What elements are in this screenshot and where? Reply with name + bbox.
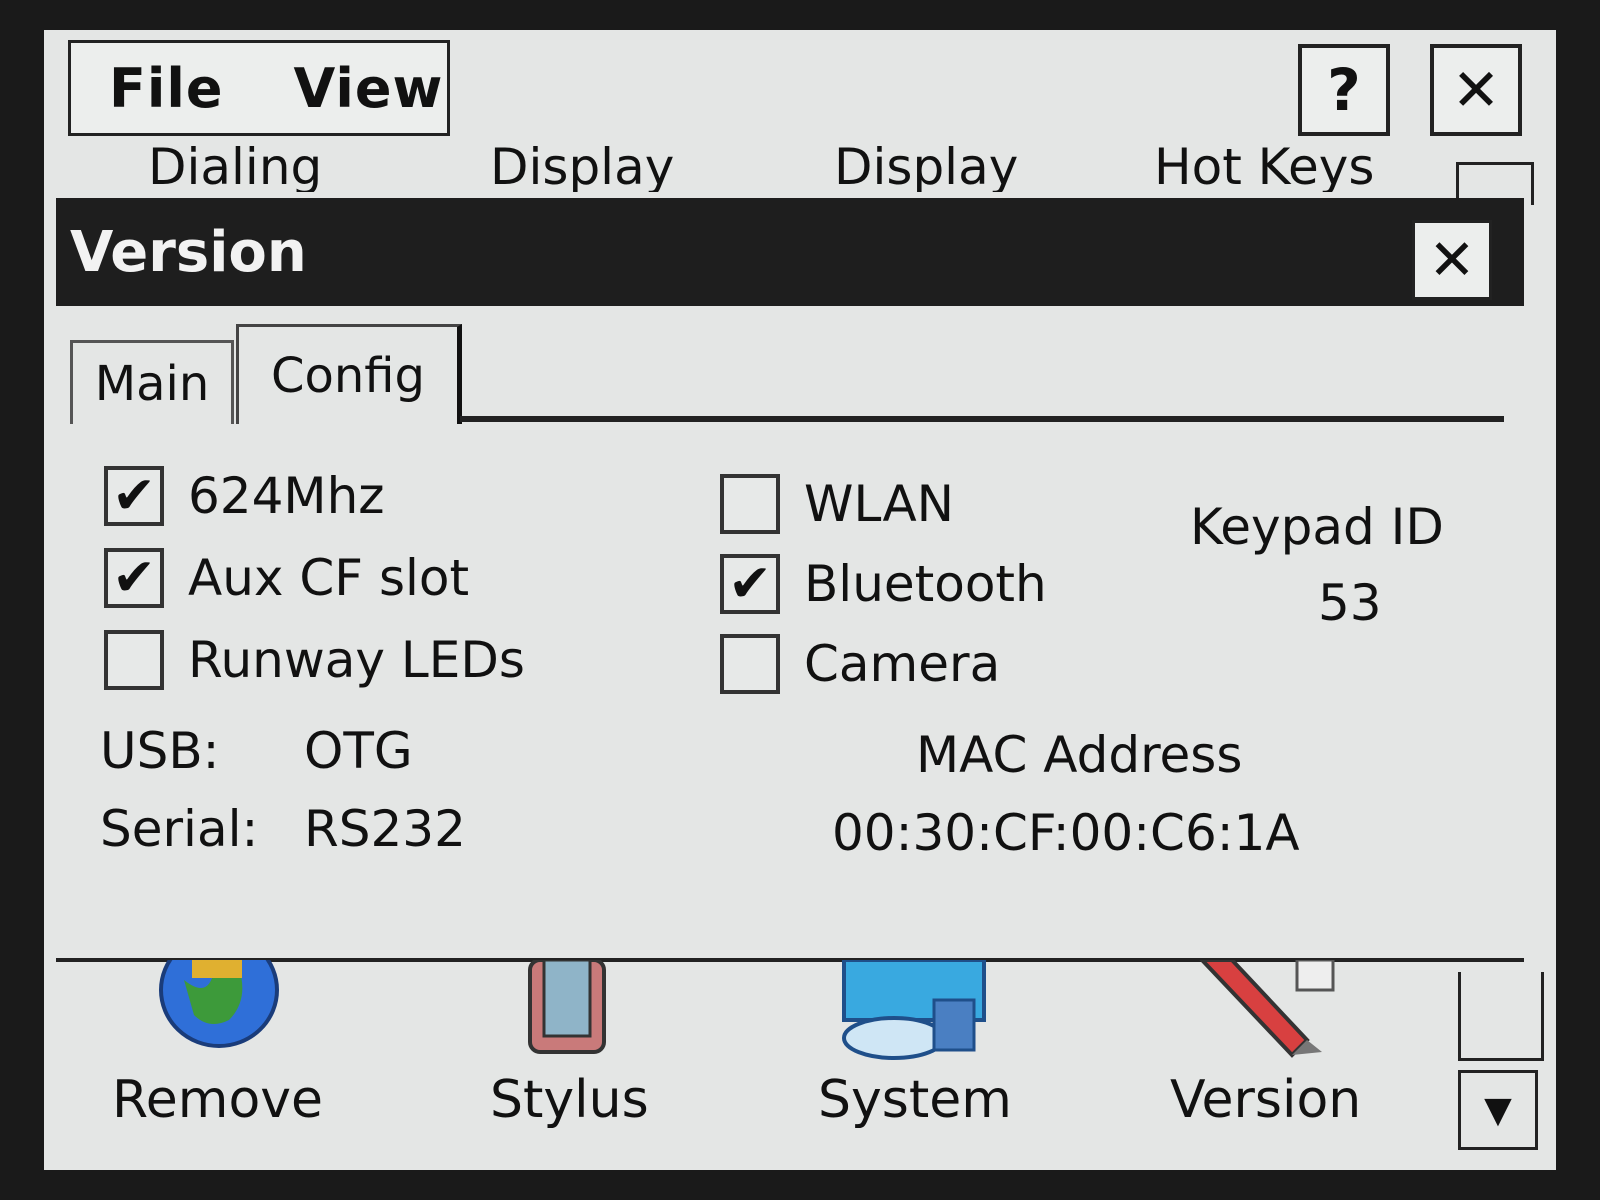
mac-address-label: MAC Address bbox=[916, 726, 1243, 784]
scrollbar-thumb[interactable] bbox=[1458, 972, 1544, 1061]
checkbox-624mhz[interactable]: ✔ bbox=[104, 466, 164, 526]
menu-bar: File View bbox=[68, 40, 450, 136]
control-panel-item-display-2[interactable]: Display bbox=[834, 136, 1018, 192]
control-panel-item-remove[interactable]: Remove bbox=[112, 1070, 323, 1130]
keypad-id-value: 53 bbox=[1318, 574, 1382, 632]
control-panel-top-row: Dialing Display Display Hot Keys bbox=[44, 130, 1474, 192]
checkbox-wlan[interactable] bbox=[720, 474, 780, 534]
stylus-icon[interactable] bbox=[522, 958, 612, 1060]
usb-label: USB: bbox=[100, 722, 220, 780]
checkbox-label: Runway LEDs bbox=[188, 631, 525, 689]
serial-value: RS232 bbox=[304, 800, 466, 858]
control-panel-item-display[interactable]: Display bbox=[490, 136, 674, 192]
menu-view[interactable]: View bbox=[294, 57, 444, 120]
control-panel-item-stylus[interactable]: Stylus bbox=[490, 1070, 649, 1130]
tab-config[interactable]: Config bbox=[236, 324, 462, 424]
control-panel-item-dialing[interactable]: Dialing bbox=[148, 136, 322, 192]
keypad-id-label: Keypad ID bbox=[1190, 498, 1444, 556]
checkbox-bluetooth[interactable]: ✔ bbox=[720, 554, 780, 614]
dialog-title: Version bbox=[70, 219, 307, 285]
checkbox-label: Bluetooth bbox=[804, 555, 1047, 613]
usb-value: OTG bbox=[304, 722, 413, 780]
checkbox-label: Camera bbox=[804, 635, 1001, 693]
tab-divider bbox=[460, 416, 1504, 422]
scroll-down-button[interactable]: ▼ bbox=[1458, 1070, 1538, 1150]
checkbox-row-camera[interactable]: Camera bbox=[720, 634, 1000, 694]
system-icon[interactable] bbox=[834, 958, 994, 1064]
checkbox-camera[interactable] bbox=[720, 634, 780, 694]
globe-icon[interactable] bbox=[154, 932, 284, 1054]
checkbox-row-runway-leds[interactable]: Runway LEDs bbox=[104, 630, 525, 690]
mac-address-value: 00:30:CF:00:C6:1A bbox=[832, 804, 1300, 862]
menu-file[interactable]: File bbox=[109, 57, 224, 120]
control-panel-item-system[interactable]: System bbox=[818, 1070, 1012, 1130]
control-panel-item-hot-keys[interactable]: Hot Keys bbox=[1154, 136, 1374, 192]
checkbox-row-bluetooth[interactable]: ✔ Bluetooth bbox=[720, 554, 1047, 614]
tab-main-label: Main bbox=[94, 355, 210, 412]
checkbox-runway-leds[interactable] bbox=[104, 630, 164, 690]
close-button[interactable]: ✕ bbox=[1430, 44, 1522, 136]
serial-label: Serial: bbox=[100, 800, 259, 858]
checkbox-row-624mhz[interactable]: ✔ 624Mhz bbox=[104, 466, 385, 526]
checkbox-label: Aux CF slot bbox=[188, 549, 470, 607]
control-panel-item-version[interactable]: Version bbox=[1170, 1070, 1361, 1130]
tab-main[interactable]: Main bbox=[70, 340, 234, 424]
version-dialog: Version ✕ Main Config ✔ 624Mhz ✔ Aux CF … bbox=[56, 198, 1524, 962]
device-screen: File View ? ✕ Dialing Display Display Ho… bbox=[44, 30, 1556, 1170]
checkbox-label: 624Mhz bbox=[188, 467, 385, 525]
checkbox-row-aux-cf-slot[interactable]: ✔ Aux CF slot bbox=[104, 548, 469, 608]
checkbox-label: WLAN bbox=[804, 475, 955, 533]
version-icon[interactable] bbox=[1192, 958, 1342, 1064]
dialog-close-button[interactable]: ✕ bbox=[1412, 220, 1492, 300]
help-button[interactable]: ? bbox=[1298, 44, 1390, 136]
dialog-title-bar: Version bbox=[56, 198, 1524, 306]
tab-config-label: Config bbox=[270, 347, 425, 404]
chevron-down-icon: ▼ bbox=[1484, 1089, 1512, 1131]
checkbox-aux-cf-slot[interactable]: ✔ bbox=[104, 548, 164, 608]
checkbox-row-wlan[interactable]: WLAN bbox=[720, 474, 954, 534]
control-panel-bottom-row: Remove Stylus System Version bbox=[44, 932, 1444, 1170]
